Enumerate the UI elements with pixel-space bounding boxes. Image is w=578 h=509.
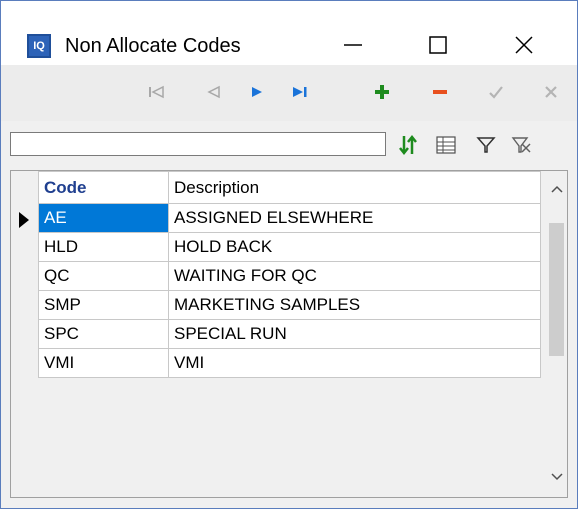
maximize-icon (429, 36, 447, 54)
next-record-icon (252, 87, 262, 97)
code-cell[interactable]: QC (38, 261, 169, 291)
scroll-up-button[interactable] (546, 179, 567, 199)
description-cell[interactable]: ASSIGNED ELSEWHERE (168, 203, 541, 233)
description-cell[interactable]: WAITING FOR QC (168, 261, 541, 291)
app-icon: IQ (27, 34, 51, 58)
table-row[interactable]: SPC SPECIAL RUN (38, 319, 541, 349)
delete-record-button[interactable] (425, 77, 455, 107)
description-cell[interactable]: SPECIAL RUN (168, 319, 541, 349)
table-row[interactable]: VMI VMI (38, 348, 541, 378)
cancel-edit-button[interactable] (536, 77, 566, 107)
filter-icon (476, 137, 496, 153)
codes-table: Code Description AE ASSIGNED ELSEWHERE H… (38, 171, 541, 378)
filter-button[interactable] (471, 130, 501, 160)
scrollbar-thumb[interactable] (549, 223, 564, 356)
clear-filter-icon (511, 137, 531, 153)
delete-icon (433, 90, 447, 94)
non-allocate-codes-window: IQ Non Allocate Codes Code Description A… (0, 0, 578, 509)
row-indicator-column (11, 171, 38, 495)
post-edit-button[interactable] (481, 77, 511, 107)
sort-icon (399, 134, 417, 156)
codes-grid: Code Description AE ASSIGNED ELSEWHERE H… (10, 170, 568, 498)
table-row[interactable]: QC WAITING FOR QC (38, 261, 541, 291)
code-cell[interactable]: AE (38, 203, 169, 233)
column-header-description[interactable]: Description (168, 171, 541, 204)
header-row: Code Description (38, 171, 541, 204)
code-cell[interactable]: SMP (38, 290, 169, 320)
cancel-icon (545, 86, 557, 98)
last-record-icon (293, 87, 307, 97)
column-header-code[interactable]: Code (38, 171, 169, 204)
title-bar: IQ Non Allocate Codes (1, 1, 577, 65)
clear-filter-button[interactable] (507, 130, 537, 160)
description-cell[interactable]: VMI (168, 348, 541, 378)
columns-icon (436, 136, 456, 154)
maximize-button[interactable] (416, 25, 460, 65)
current-row-pointer-icon (19, 212, 29, 228)
table-row[interactable]: SMP MARKETING SAMPLES (38, 290, 541, 320)
vertical-scrollbar[interactable] (546, 171, 567, 497)
search-toolbar (1, 122, 577, 170)
prior-record-button[interactable] (199, 77, 229, 107)
prior-record-icon (207, 85, 220, 99)
close-icon (515, 36, 533, 54)
code-cell[interactable]: VMI (38, 348, 169, 378)
insert-icon (375, 85, 389, 99)
close-button[interactable] (502, 25, 546, 65)
code-cell[interactable]: SPC (38, 319, 169, 349)
columns-button[interactable] (431, 130, 461, 160)
post-icon (489, 86, 503, 99)
minimize-button[interactable] (331, 25, 375, 65)
first-record-button[interactable] (141, 77, 171, 107)
description-cell[interactable]: MARKETING SAMPLES (168, 290, 541, 320)
scroll-down-button[interactable] (546, 467, 567, 487)
minimize-icon (344, 44, 362, 46)
table-row[interactable]: HLD HOLD BACK (38, 232, 541, 262)
search-input[interactable] (10, 132, 386, 156)
first-record-icon (149, 85, 164, 99)
code-cell[interactable]: HLD (38, 232, 169, 262)
chevron-up-icon (550, 185, 563, 193)
next-record-button[interactable] (242, 77, 272, 107)
window-title: Non Allocate Codes (65, 35, 241, 57)
description-cell[interactable]: HOLD BACK (168, 232, 541, 262)
chevron-down-icon (550, 473, 563, 481)
insert-record-button[interactable] (367, 77, 397, 107)
table-row[interactable]: AE ASSIGNED ELSEWHERE (38, 203, 541, 233)
sort-button[interactable] (393, 130, 423, 160)
record-navigator (1, 65, 577, 121)
last-record-button[interactable] (285, 77, 315, 107)
